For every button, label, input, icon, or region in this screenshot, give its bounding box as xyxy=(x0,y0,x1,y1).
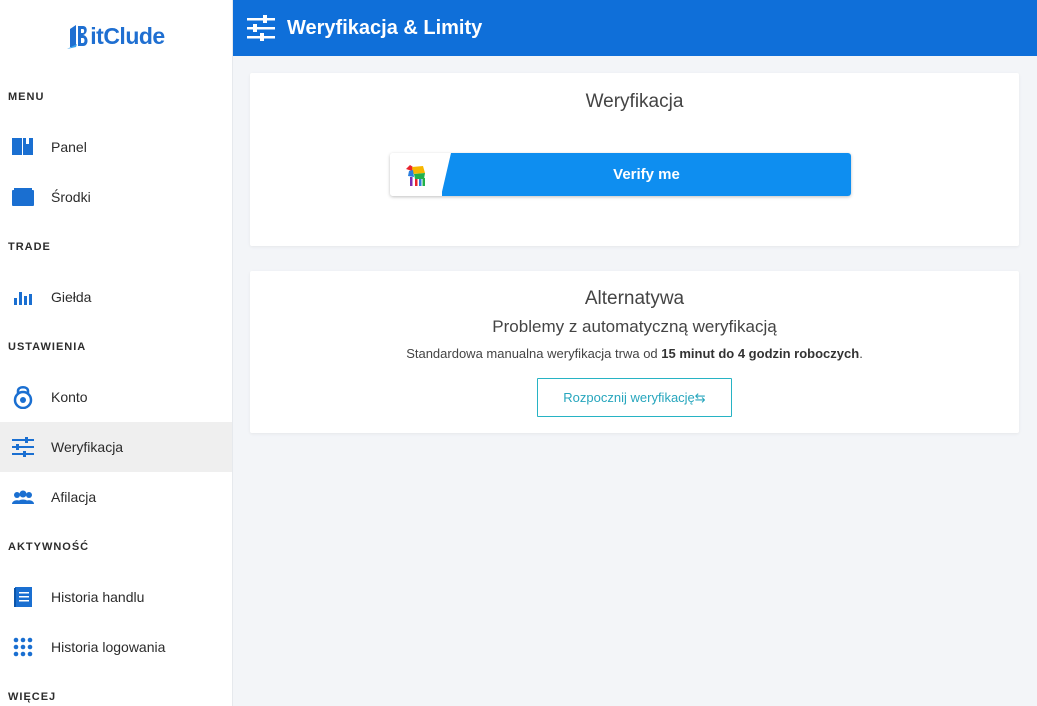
sidebar-item-label: Historia logowania xyxy=(51,639,166,655)
sidebar-item-konto[interactable]: Konto xyxy=(0,372,232,422)
section-title-ustawienia: USTAWIENIA xyxy=(8,341,87,353)
horse-icon xyxy=(406,164,425,186)
start-verification-button[interactable]: Rozpocznij weryfikację⇆ xyxy=(537,378,732,417)
alternative-description: Standardowa manualna weryfikacja trwa od… xyxy=(250,346,1019,361)
sidebar-item-gielda[interactable]: Giełda xyxy=(0,272,232,322)
desc-suffix: . xyxy=(859,346,863,361)
sidebar-item-historia-logowania[interactable]: Historia logowania xyxy=(0,622,232,672)
lock-icon xyxy=(12,386,34,409)
verification-card: Weryfikacja Verify me xyxy=(250,73,1019,246)
sidebar-item-weryfikacja[interactable]: Weryfikacja xyxy=(0,422,232,472)
sidebar: itClude MENU Panel Środki TRADE Giełda U… xyxy=(0,0,233,706)
verify-me-label: Verify me xyxy=(613,166,680,183)
desc-bold: 15 minut do 4 godzin roboczych xyxy=(661,346,860,361)
section-title-wiecej: WIĘCEJ xyxy=(8,691,57,703)
panel-icon xyxy=(12,136,34,158)
section-title-menu: MENU xyxy=(8,91,45,103)
verification-title: Weryfikacja xyxy=(585,91,684,112)
section-title-aktywnosc: AKTYWNOŚĆ xyxy=(8,541,90,553)
book-icon xyxy=(12,586,34,608)
sidebar-item-historia-handlu[interactable]: Historia handlu xyxy=(0,572,232,622)
sidebar-item-label: Konto xyxy=(51,389,88,405)
sliders-icon xyxy=(247,15,275,41)
sidebar-item-label: Środki xyxy=(51,189,91,205)
users-icon xyxy=(12,486,34,508)
verify-me-label-area: Verify me xyxy=(441,153,851,196)
bitclude-logo-icon xyxy=(67,25,88,49)
alternative-subtitle: Problemy z automatyczną weryfikacją xyxy=(492,317,777,336)
logo-wordmark: itClude xyxy=(67,22,165,50)
sidebar-item-label: Historia handlu xyxy=(51,589,145,605)
sidebar-item-label: Afilacja xyxy=(51,489,97,505)
sidebar-item-srodki[interactable]: Środki xyxy=(0,172,232,222)
alternative-card: Alternatywa Problemy z automatyczną wery… xyxy=(250,271,1019,433)
alternative-title: Alternatywa xyxy=(584,288,685,309)
sidebar-item-panel[interactable]: Panel xyxy=(0,122,232,172)
sidebar-item-label: Panel xyxy=(51,139,87,155)
logo-text: itClude xyxy=(90,22,165,49)
sidebar-item-label: Weryfikacja xyxy=(51,439,124,455)
section-title-trade: TRADE xyxy=(8,241,51,253)
grid-dots-icon xyxy=(12,636,34,658)
sidebar-item-label: Giełda xyxy=(51,289,92,305)
header: Weryfikacja & Limity xyxy=(233,0,1037,56)
bar-chart-icon xyxy=(12,286,34,308)
page-title: Weryfikacja & Limity xyxy=(287,16,483,39)
verification-provider-logo xyxy=(390,153,442,196)
start-verification-label: Rozpocznij weryfikację⇆ xyxy=(563,389,706,405)
sliders-icon xyxy=(12,436,34,458)
desc-prefix: Standardowa manualna weryfikacja trwa od xyxy=(406,346,662,361)
verify-me-button[interactable]: Verify me xyxy=(390,153,851,196)
wallet-icon xyxy=(12,186,34,208)
logo[interactable]: itClude xyxy=(0,0,232,72)
sidebar-item-afilacja[interactable]: Afilacja xyxy=(0,472,232,522)
